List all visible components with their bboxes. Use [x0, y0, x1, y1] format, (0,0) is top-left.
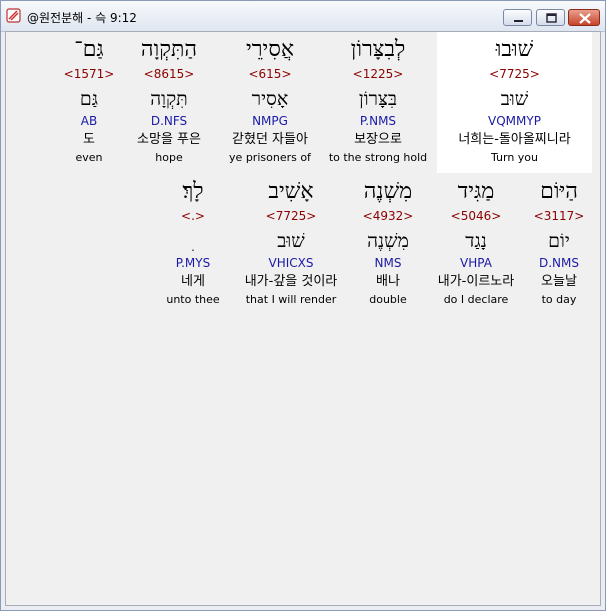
word-block[interactable]: הַיּוֹם <3117> יוֹם D.NMS 오늘날 to day: [532, 174, 586, 315]
morphology-code: NMPG: [252, 114, 288, 128]
close-icon: [579, 13, 591, 24]
english-gloss: hope: [155, 151, 183, 164]
english-gloss: double: [369, 293, 407, 306]
korean-gloss: 네게: [181, 274, 205, 289]
scroll-icon[interactable]: [6, 8, 21, 23]
minimize-icon: [514, 20, 523, 22]
hebrew-word: הַתִּקְוָה: [140, 37, 198, 62]
hebrew-word: מַגִּיד: [457, 179, 495, 204]
hebrew-lemma: מִשְׁנֶה: [367, 230, 409, 252]
word-block[interactable]: לָךְ׃ <.> ׅ P.MYS 네게 unto thee: [162, 174, 224, 315]
korean-gloss: 너희는-돌아올찌니라: [458, 132, 571, 147]
korean-gloss: 배나: [376, 274, 400, 289]
english-gloss: to the strong hold: [328, 151, 428, 164]
english-gloss: ye prisoners of: [229, 151, 311, 164]
morphology-code: VQMMYP: [488, 114, 541, 128]
maximize-icon: [546, 13, 557, 23]
hebrew-lemma: תִּקְוָה: [150, 88, 188, 110]
korean-gloss: 오늘날: [541, 274, 577, 289]
close-button[interactable]: [568, 9, 600, 26]
hebrew-word: לָךְ׃: [182, 179, 204, 204]
hebrew-word: לְבִצָּרוֹן: [350, 37, 406, 62]
english-gloss: that I will render: [245, 293, 337, 306]
morphology-code: D.NMS: [538, 256, 579, 270]
korean-gloss: 보장으로: [354, 132, 402, 147]
title-bar[interactable]: @원전분해 - 슥 9:12: [1, 1, 605, 32]
strong-number[interactable]: <1225>: [324, 67, 432, 81]
strong-number[interactable]: <5046>: [426, 209, 526, 223]
morphology-code: VHICXS: [268, 256, 314, 270]
hebrew-word: גַּם־: [74, 37, 104, 62]
interlinear-panel[interactable]: שׁוּבוּ <7725> שׁוּב VQMMYP 너희는-돌아올찌니라 T…: [5, 31, 601, 606]
strong-number[interactable]: <1571>: [61, 67, 117, 81]
morphology-code: P.MYS: [175, 256, 211, 270]
strong-number[interactable]: <3117>: [532, 209, 586, 223]
hebrew-lemma: ׅ: [162, 229, 224, 253]
strong-number[interactable]: <.>: [162, 209, 224, 223]
korean-gloss: 도: [83, 132, 95, 147]
window-title: @원전분해 - 슥 9:12: [27, 11, 137, 25]
strong-number[interactable]: <8615>: [121, 67, 217, 81]
word-block[interactable]: אֲסִירֵי <615> אָסִיר NMPG 갇혔던 자들아 ye pr…: [220, 32, 320, 173]
strong-number[interactable]: <7725>: [437, 67, 592, 81]
english-gloss: do I declare: [443, 293, 509, 306]
word-block[interactable]: מַגִּיד <5046> נָגַד VHPA 내가-이르노라 do I d…: [426, 174, 526, 315]
hebrew-lemma: בִּצָּרוֹן: [358, 88, 398, 110]
hebrew-word: אָשִׁיב: [268, 179, 314, 204]
morphology-code: NMS: [374, 256, 402, 270]
maximize-button[interactable]: [536, 9, 565, 26]
hebrew-lemma: שׁוּב: [277, 230, 305, 252]
word-block[interactable]: גַּם־ <1571> גַּם AB 도 even: [61, 32, 117, 173]
word-block[interactable]: לְבִצָּרוֹן <1225> בִּצָּרוֹן P.NMS 보장으로…: [324, 32, 432, 173]
hebrew-word: שׁוּבוּ: [495, 37, 534, 62]
hebrew-lemma: נָגַד: [465, 230, 487, 252]
korean-gloss: 소망을 푸은: [137, 132, 201, 147]
english-gloss: even: [75, 151, 103, 164]
hebrew-lemma: שׁוּב: [500, 88, 529, 110]
hebrew-lemma: יוֹם: [548, 230, 570, 252]
app-window: @원전분해 - 슥 9:12 שׁוּבוּ <7725> שׁוּב VQMM…: [0, 0, 606, 611]
korean-gloss: 내가-갚을 것이라: [244, 274, 338, 289]
morphology-code: VHPA: [460, 256, 492, 270]
english-gloss: Turn you: [490, 151, 539, 164]
korean-gloss: 갇혔던 자들아: [232, 132, 308, 147]
english-gloss: unto thee: [166, 293, 220, 306]
minimize-button[interactable]: [503, 9, 532, 26]
morphology-code: AB: [80, 114, 98, 128]
hebrew-lemma: גַּם: [79, 88, 99, 110]
hebrew-word: הַיּוֹם: [540, 179, 578, 204]
strong-number[interactable]: <615>: [220, 67, 320, 81]
word-block[interactable]: אָשִׁיב <7725> שׁוּב VHICXS 내가-갚을 것이라 th…: [232, 174, 350, 315]
strong-number[interactable]: <4932>: [356, 209, 420, 223]
hebrew-word: מִשְׁנֶה: [363, 179, 413, 204]
korean-gloss: 내가-이르노라: [437, 274, 515, 289]
english-gloss: to day: [541, 293, 577, 306]
word-block[interactable]: הַתִּקְוָה <8615> תִּקְוָה D.NFS 소망을 푸은 …: [121, 32, 217, 173]
hebrew-lemma: אָסִיר: [251, 88, 289, 110]
strong-number[interactable]: <7725>: [232, 209, 350, 223]
morphology-code: P.NMS: [359, 114, 397, 128]
word-block[interactable]: מִשְׁנֶה <4932> מִשְׁנֶה NMS 배나 double: [356, 174, 420, 315]
morphology-code: D.NFS: [150, 114, 188, 128]
word-block[interactable]: שׁוּבוּ <7725> שׁוּב VQMMYP 너희는-돌아올찌니라 T…: [437, 32, 592, 173]
hebrew-word: אֲסִירֵי: [245, 37, 295, 62]
